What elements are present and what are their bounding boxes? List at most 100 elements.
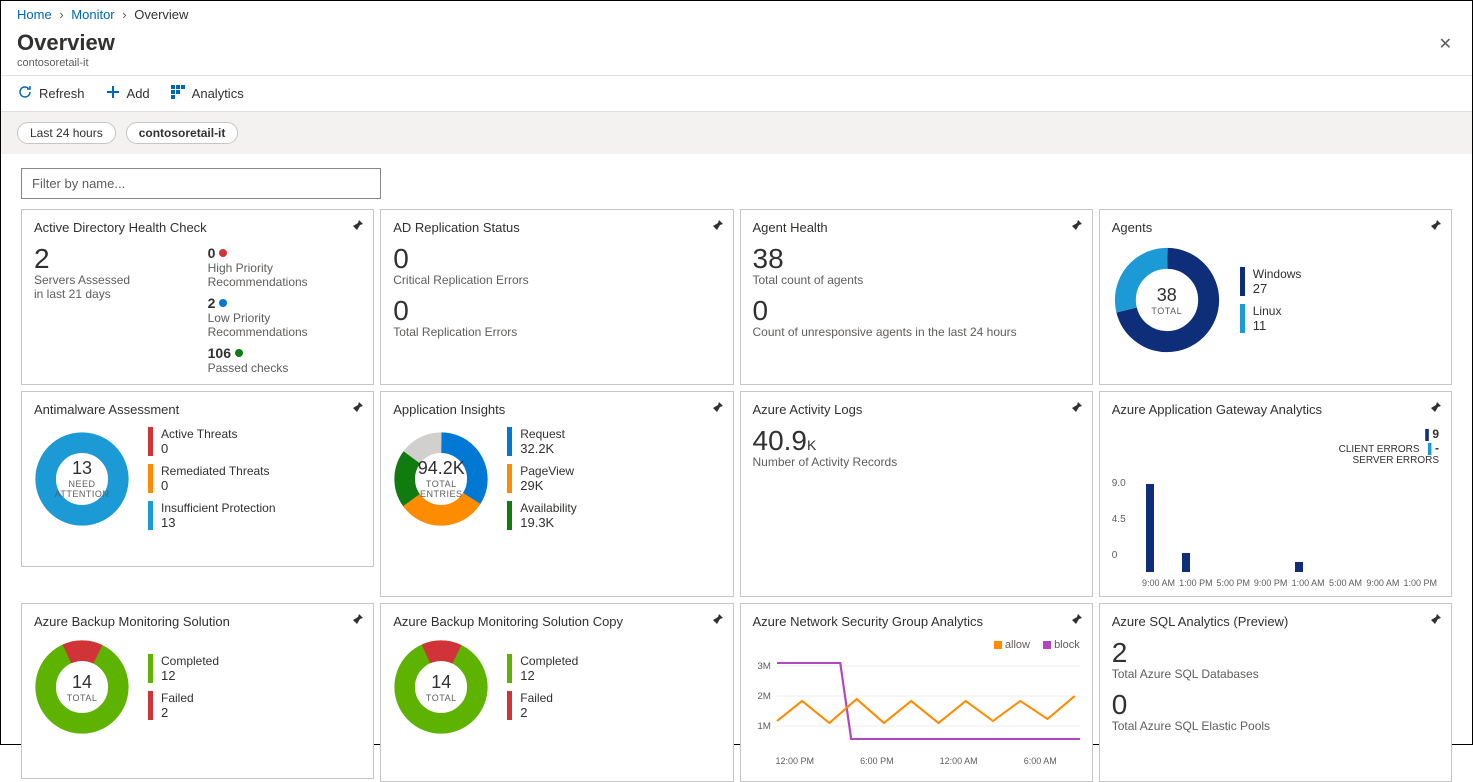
chevron-right-icon: ›: [59, 7, 63, 22]
donut-center-value: 14: [431, 672, 451, 693]
pin-button[interactable]: [1427, 400, 1443, 419]
sql-databases-label: Total Azure SQL Databases: [1112, 667, 1439, 681]
gateway-bar-chart: 9.0 4.5 0 9:00 AM1:00 PM5:00 PM9:00 PM1:…: [1112, 466, 1439, 586]
tile-title: Azure Application Gateway Analytics: [1112, 402, 1439, 417]
tile-title: Azure Backup Monitoring Solution Copy: [393, 614, 720, 629]
bar-chart-legend: ▌9CLIENT ERRORS ▌-SERVER ERRORS: [1112, 427, 1439, 466]
workspace-chip[interactable]: contosoretail-it: [126, 122, 239, 144]
low-priority-label: Low Priority Recommendations: [208, 311, 362, 339]
pin-button[interactable]: [709, 400, 725, 419]
servers-assessed-label2: in last 21 days: [34, 287, 188, 301]
pin-button[interactable]: [1068, 612, 1084, 631]
info-dot-icon: [219, 299, 227, 307]
pin-button[interactable]: [1427, 612, 1443, 631]
tile-grid: Active Directory Health Check 2 Servers …: [1, 209, 1472, 782]
donut-center-value: 38: [1157, 285, 1177, 306]
filter-chips: Last 24 hours contosoretail-it: [1, 111, 1472, 154]
passed-checks-label: Passed checks: [208, 361, 362, 375]
app-insights-donut-chart: 94.2KTOTALENTRIES: [393, 431, 489, 527]
passed-checks-count: 106: [208, 345, 231, 361]
breadcrumb: Home › Monitor › Overview: [1, 1, 1472, 26]
legend-request-value: 32.2K: [520, 441, 565, 456]
pin-button[interactable]: [709, 218, 725, 237]
analytics-label: Analytics: [192, 86, 244, 101]
total-errors-label: Total Replication Errors: [393, 325, 720, 339]
refresh-button[interactable]: Refresh: [17, 84, 85, 103]
pin-button[interactable]: [349, 612, 365, 631]
tile-backup-monitoring-copy[interactable]: Azure Backup Monitoring Solution Copy 14…: [380, 603, 733, 782]
elastic-pools-label: Total Azure SQL Elastic Pools: [1112, 719, 1439, 733]
add-label: Add: [127, 86, 150, 101]
breadcrumb-overview: Overview: [134, 7, 188, 22]
pin-button[interactable]: [349, 400, 365, 419]
error-dot-icon: [219, 249, 227, 257]
breadcrumb-monitor[interactable]: Monitor: [71, 7, 114, 22]
svg-text:1M: 1M: [757, 720, 771, 731]
chevron-right-icon: ›: [122, 7, 126, 22]
success-dot-icon: [235, 349, 243, 357]
legend-failed-value: 2: [161, 705, 194, 720]
donut-center-value: 14: [72, 672, 92, 693]
pin-button[interactable]: [1427, 218, 1443, 237]
tile-sql-analytics[interactable]: Azure SQL Analytics (Preview) 2 Total Az…: [1099, 603, 1452, 782]
donut-center-label: TOTAL: [426, 693, 457, 703]
tile-ad-replication-status[interactable]: AD Replication Status 0 Critical Replica…: [380, 209, 733, 385]
pin-button[interactable]: [349, 218, 365, 237]
backup-donut-chart: 14TOTAL: [34, 639, 130, 735]
high-priority-count: 0: [208, 245, 216, 261]
tile-ad-health-check[interactable]: Active Directory Health Check 2 Servers …: [21, 209, 374, 385]
tile-application-insights[interactable]: Application Insights 94.2KTOTALENTRIES R…: [380, 391, 733, 597]
servers-assessed-label: Servers Assessed: [34, 273, 188, 287]
legend-insufficient-protection-label: Insufficient Protection: [161, 501, 276, 515]
analytics-button[interactable]: Analytics: [170, 84, 244, 103]
legend-completed-label: Completed: [161, 654, 219, 668]
donut-center-label1: NEED: [68, 479, 95, 489]
activity-records-count: 40.9K: [753, 427, 1080, 455]
close-button[interactable]: ✕: [1435, 30, 1456, 58]
legend-active-threats-value: 0: [161, 441, 237, 456]
toolbar: Refresh Add Analytics: [1, 76, 1472, 111]
tile-backup-monitoring[interactable]: Azure Backup Monitoring Solution 14TOTAL…: [21, 603, 374, 779]
time-range-chip[interactable]: Last 24 hours: [17, 122, 116, 144]
servers-assessed-count: 2: [34, 245, 188, 273]
elastic-pools-count: 0: [1112, 691, 1439, 719]
add-button[interactable]: Add: [105, 84, 150, 103]
donut-center-label2: ATTENTION: [55, 489, 110, 499]
donut-center-label1: TOTAL: [426, 479, 457, 489]
legend-windows-label: Windows: [1253, 267, 1302, 281]
tile-app-gateway-analytics[interactable]: Azure Application Gateway Analytics ▌9CL…: [1099, 391, 1452, 597]
legend-failed-label: Failed: [161, 691, 194, 705]
tile-agent-health[interactable]: Agent Health 38 Total count of agents 0 …: [740, 209, 1093, 385]
antimalware-donut-chart: 13NEEDATTENTION: [34, 431, 130, 527]
tile-title: Agent Health: [753, 220, 1080, 235]
legend-linux-value: 11: [1253, 318, 1282, 333]
donut-center-value: 94.2K: [418, 458, 465, 479]
donut-center-value: 13: [72, 458, 92, 479]
pin-button[interactable]: [1068, 218, 1084, 237]
unresponsive-agents-label: Count of unresponsive agents in the last…: [753, 325, 1080, 339]
filter-by-name-input[interactable]: [21, 168, 381, 199]
analytics-icon: [170, 84, 186, 103]
tile-agents[interactable]: Agents 38TOTAL Windows27 Linux11: [1099, 209, 1452, 385]
breadcrumb-home[interactable]: Home: [17, 7, 52, 22]
tile-azure-activity-logs[interactable]: Azure Activity Logs 40.9K Number of Acti…: [740, 391, 1093, 597]
page-subtitle: contosoretail-it: [17, 57, 115, 69]
legend-availability-value: 19.3K: [520, 515, 576, 530]
tile-title: Application Insights: [393, 402, 720, 417]
legend-insufficient-protection-value: 13: [161, 515, 276, 530]
legend-linux-label: Linux: [1253, 304, 1282, 318]
tile-nsg-analytics[interactable]: Azure Network Security Group Analytics a…: [740, 603, 1093, 782]
pin-button[interactable]: [709, 612, 725, 631]
tile-title: Antimalware Assessment: [34, 402, 361, 417]
donut-center-label: TOTAL: [67, 693, 98, 703]
donut-center-label: TOTAL: [1151, 306, 1182, 316]
pin-button[interactable]: [1068, 400, 1084, 419]
nsg-line-chart: 3M 2M 1M 12:00 PM6:00 PM12:00 AM6:00 AM: [753, 651, 1080, 771]
unresponsive-agents-count: 0: [753, 297, 1080, 325]
tile-antimalware-assessment[interactable]: Antimalware Assessment 13NEEDATTENTION A…: [21, 391, 374, 567]
total-agents-count: 38: [753, 245, 1080, 273]
donut-center-label2: ENTRIES: [420, 489, 463, 499]
tile-title: AD Replication Status: [393, 220, 720, 235]
tile-title: Azure SQL Analytics (Preview): [1112, 614, 1439, 629]
legend-completed-label: Completed: [520, 654, 578, 668]
